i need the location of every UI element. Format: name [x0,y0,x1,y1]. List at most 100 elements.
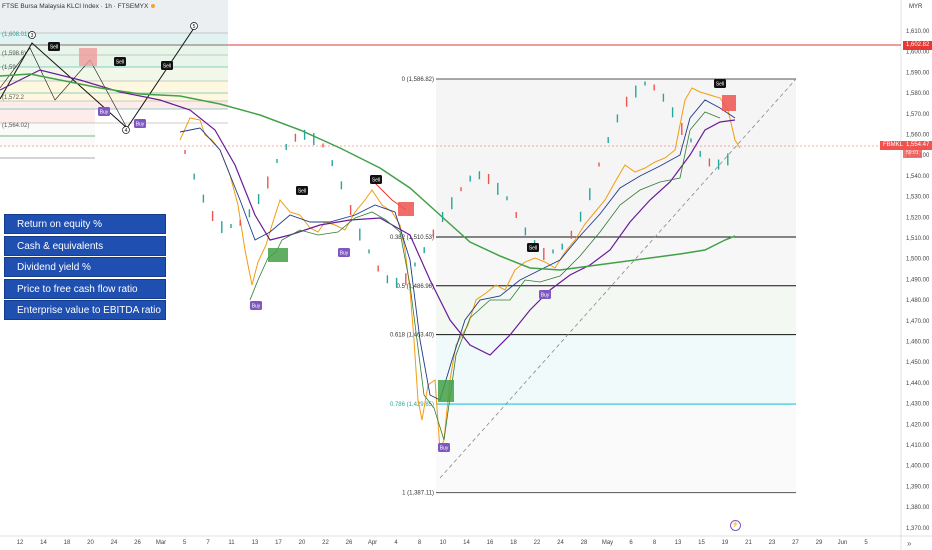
y-axis-tick-label: 1,500.00 [906,257,930,263]
x-axis-tick-label: 14 [40,540,47,546]
x-axis-tick-label: 10 [440,540,447,546]
sell-signal-label: Sell [116,60,124,66]
x-axis-tick-label: 8 [418,540,422,546]
x-axis-tick-label: 26 [134,540,141,546]
buy-signal-label: Buy [252,304,261,310]
x-axis-tick-label: 17 [275,540,282,546]
fib-right-label: 0.5 (1,486.96) [397,284,434,290]
y-axis-tick-label: 1,520.00 [906,215,930,221]
y-axis-tick-label: 1,540.00 [906,174,930,180]
x-axis-tick-label: 29 [816,540,823,546]
x-axis-tick-label: 12 [17,540,24,546]
y-axis-tick-label: 1,480.00 [906,298,930,304]
menu-item-dividend-yield[interactable]: Dividend yield % [4,257,166,277]
x-axis-tick-label: 5 [183,540,187,546]
scroll-right-icon[interactable]: » [907,540,917,548]
x-axis-tick-label: 19 [722,540,729,546]
x-axis-tick-label: 20 [87,540,94,546]
buy-signal-label: Buy [440,446,449,452]
sell-signal-label: Sell [50,45,58,51]
chart-title-text: FTSE Bursa Malaysia KLCI Index · 1h · FT… [2,3,149,10]
x-axis-tick-label: 27 [792,540,799,546]
y-axis-tick-label: 1,440.00 [906,381,930,387]
x-axis-tick-label: 28 [581,540,588,546]
fib-right-label: 0.786 (1,429.85) [390,402,434,408]
y-axis-tick-label: 1,450.00 [906,360,930,366]
menu-item-cash-equivalents[interactable]: Cash & equivalents [4,235,166,256]
x-axis-tick-label: 20 [299,540,306,546]
y-axis-tick-label: 1,400.00 [906,464,930,470]
menu-item-price-to-fcf[interactable]: Price to free cash flow ratio [4,278,166,299]
sell-signal-label: Sell [298,189,306,195]
currency-label: MYR [909,4,923,10]
x-axis-tick-label: Mar [156,540,166,546]
x-axis-tick-label: 6 [629,540,633,546]
x-axis-tick-label: 26 [346,540,353,546]
fundamentals-menu: Return on equity % Cash & equivalents Di… [4,214,166,322]
y-axis-tick-label: 1,490.00 [906,277,930,283]
y-axis-tick-label: 1,380.00 [906,505,930,511]
x-axis-tick-label: 18 [64,540,71,546]
last-price-countdown: 50:01 [903,149,922,158]
y-axis-tick-label: 1,560.00 [906,133,930,139]
y-axis-tick-label: 1,470.00 [906,319,930,325]
x-axis-tick-label: 8 [653,540,657,546]
menu-item-ev-to-ebitda[interactable]: Enterprise value to EBITDA ratio [4,300,166,320]
sell-signal-label: Sell [529,246,537,252]
fib-right-label: 0 (1,586.82) [402,77,434,83]
x-axis-tick-label: 22 [322,540,329,546]
x-axis-tick-label: 14 [463,540,470,546]
x-axis-tick-label: 5 [864,540,868,546]
fib-left-label: (1,608.01) [2,32,29,38]
x-axis-tick-label: 11 [228,540,235,546]
sell-zone-box [722,95,736,111]
lightning-icon[interactable]: ⚡ [730,520,741,531]
fib-right-zone-d [436,336,796,405]
x-axis-tick-label: 13 [675,540,682,546]
fib-left-label: (1,564.02) [2,123,29,129]
x-axis-tick-label: 7 [206,540,210,546]
sell-zone-box [79,48,97,66]
y-axis-tick-label: 1,510.00 [906,236,930,242]
x-axis-tick-label: 16 [487,540,494,546]
market-status-dot [151,4,156,9]
x-axis-tick-label: 21 [745,540,752,546]
fib-zone-5 [0,101,228,109]
x-axis-tick-label: 24 [111,540,118,546]
wave-label: 5 [193,24,196,30]
x-axis-tick-label: May [602,540,613,546]
buy-signal-label: Buy [136,122,145,128]
y-axis-tick-label: 1,570.00 [906,112,930,118]
y-axis-tick-label: 1,390.00 [906,484,930,490]
fib-left-label: (1,572.2 [2,95,25,101]
wave-label: 3 [31,33,34,39]
y-axis-tick-label: 1,410.00 [906,443,930,449]
y-axis-tick-label: 1,610.00 [906,29,930,35]
buy-zone-box [438,380,454,402]
buy-signal-label: Buy [100,110,109,116]
sell-zone-box [398,202,414,216]
buy-signal-label: Buy [541,293,550,299]
wave-label: 4 [125,128,128,134]
x-axis-tick-label: 24 [557,540,564,546]
y-axis-tick-label: 1,530.00 [906,195,930,201]
x-axis-tick-label: 18 [510,540,517,546]
menu-item-return-on-equity[interactable]: Return on equity % [4,214,166,234]
buy-zone-box [268,248,288,262]
sell-signal-label: Sell [372,178,380,184]
y-axis-tick-label: 1,600.00 [906,50,930,56]
fib-zone-6 [0,109,95,123]
x-axis-tick-label: 4 [394,540,398,546]
resistance-price-tag: 1,602.82 [903,41,932,50]
sell-signal-label: Sell [163,64,171,70]
fib-left-label: (1,598.6) [2,51,26,57]
y-axis-tick-label: 1,420.00 [906,422,930,428]
x-axis-tick-label: 23 [769,540,776,546]
fib-left-label: (1,59 [2,65,16,71]
chart-title: FTSE Bursa Malaysia KLCI Index · 1h · FT… [2,3,156,10]
fib-right-zone-e [436,405,796,493]
y-axis-tick-label: 1,590.00 [906,70,930,76]
y-axis-tick-label: 1,580.00 [906,91,930,97]
fib-right-zone-a [436,79,796,237]
x-axis-tick-label: Apr [368,540,377,546]
